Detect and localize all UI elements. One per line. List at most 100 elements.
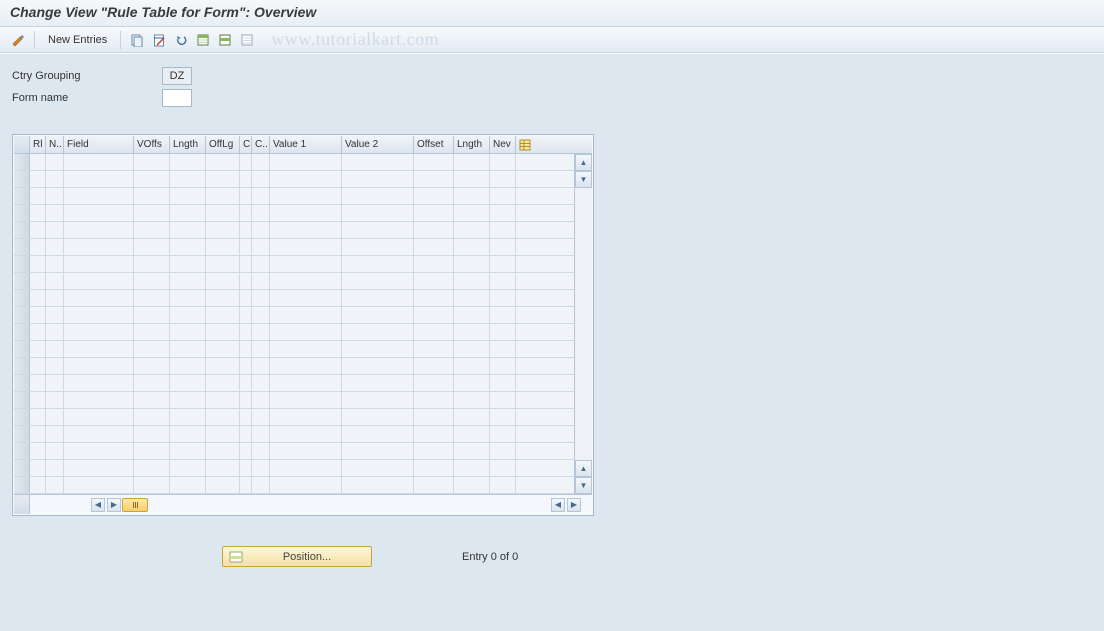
table-cell[interactable] xyxy=(240,188,252,204)
table-cell[interactable] xyxy=(490,205,516,221)
table-cell[interactable] xyxy=(64,460,134,476)
table-cell[interactable] xyxy=(134,426,170,442)
table-cell[interactable] xyxy=(414,171,454,187)
table-cell[interactable] xyxy=(240,341,252,357)
table-cell[interactable] xyxy=(342,273,414,289)
table-cell[interactable] xyxy=(206,239,240,255)
hscroll-track[interactable] xyxy=(152,499,546,511)
hscroll-thumb[interactable] xyxy=(122,498,148,512)
row-selector[interactable] xyxy=(14,358,30,374)
table-cell[interactable] xyxy=(170,307,206,323)
table-cell[interactable] xyxy=(30,290,46,306)
table-cell[interactable] xyxy=(134,239,170,255)
table-cell[interactable] xyxy=(270,358,342,374)
table-cell[interactable] xyxy=(252,205,270,221)
table-cell[interactable] xyxy=(342,307,414,323)
table-cell[interactable] xyxy=(454,290,490,306)
table-cell[interactable] xyxy=(134,205,170,221)
table-cell[interactable] xyxy=(252,171,270,187)
table-cell[interactable] xyxy=(490,154,516,170)
table-cell[interactable] xyxy=(46,426,64,442)
table-cell[interactable] xyxy=(414,154,454,170)
table-cell[interactable] xyxy=(414,256,454,272)
table-cell[interactable] xyxy=(46,256,64,272)
scroll-right-small-icon[interactable]: ▶ xyxy=(107,498,121,512)
table-cell[interactable] xyxy=(64,273,134,289)
table-configure-button[interactable] xyxy=(516,136,534,153)
table-cell[interactable] xyxy=(252,290,270,306)
toggle-display-change-icon[interactable] xyxy=(8,30,28,50)
table-cell[interactable] xyxy=(134,477,170,493)
table-cell[interactable] xyxy=(46,222,64,238)
table-cell[interactable] xyxy=(134,154,170,170)
table-cell[interactable] xyxy=(270,154,342,170)
table-cell[interactable] xyxy=(30,188,46,204)
table-cell[interactable] xyxy=(46,409,64,425)
col-nev[interactable]: Nev xyxy=(490,136,516,153)
undo-change-icon[interactable] xyxy=(171,30,191,50)
table-cell[interactable] xyxy=(46,171,64,187)
table-cell[interactable] xyxy=(490,341,516,357)
table-cell[interactable] xyxy=(270,392,342,408)
table-cell[interactable] xyxy=(30,171,46,187)
table-cell[interactable] xyxy=(270,188,342,204)
table-cell[interactable] xyxy=(270,290,342,306)
table-cell[interactable] xyxy=(170,324,206,340)
table-cell[interactable] xyxy=(170,392,206,408)
table-cell[interactable] xyxy=(252,392,270,408)
table-cell[interactable] xyxy=(270,409,342,425)
table-cell[interactable] xyxy=(342,341,414,357)
scroll-down-small-icon[interactable]: ▼ xyxy=(575,171,592,188)
table-cell[interactable] xyxy=(270,171,342,187)
table-cell[interactable] xyxy=(206,154,240,170)
table-cell[interactable] xyxy=(270,375,342,391)
table-cell[interactable] xyxy=(240,273,252,289)
table-cell[interactable] xyxy=(64,154,134,170)
table-cell[interactable] xyxy=(342,256,414,272)
table-cell[interactable] xyxy=(454,341,490,357)
table-cell[interactable] xyxy=(170,409,206,425)
table-cell[interactable] xyxy=(342,324,414,340)
table-cell[interactable] xyxy=(240,290,252,306)
table-cell[interactable] xyxy=(206,307,240,323)
col-value1[interactable]: Value 1 xyxy=(270,136,342,153)
table-cell[interactable] xyxy=(46,392,64,408)
table-cell[interactable] xyxy=(342,239,414,255)
table-cell[interactable] xyxy=(134,290,170,306)
table-cell[interactable] xyxy=(64,409,134,425)
table-cell[interactable] xyxy=(30,409,46,425)
table-cell[interactable] xyxy=(342,154,414,170)
table-cell[interactable] xyxy=(30,460,46,476)
table-cell[interactable] xyxy=(134,171,170,187)
row-selector[interactable] xyxy=(14,154,30,170)
table-cell[interactable] xyxy=(170,426,206,442)
table-cell[interactable] xyxy=(252,188,270,204)
table-cell[interactable] xyxy=(46,358,64,374)
table-cell[interactable] xyxy=(64,188,134,204)
row-selector[interactable] xyxy=(14,222,30,238)
table-cell[interactable] xyxy=(206,358,240,374)
table-cell[interactable] xyxy=(414,222,454,238)
table-cell[interactable] xyxy=(240,375,252,391)
table-cell[interactable] xyxy=(240,222,252,238)
table-cell[interactable] xyxy=(46,273,64,289)
table-cell[interactable] xyxy=(270,477,342,493)
row-selector[interactable] xyxy=(14,273,30,289)
table-cell[interactable] xyxy=(46,375,64,391)
table-cell[interactable] xyxy=(30,443,46,459)
table-cell[interactable] xyxy=(64,443,134,459)
table-cell[interactable] xyxy=(170,460,206,476)
table-cell[interactable] xyxy=(414,324,454,340)
table-cell[interactable] xyxy=(490,460,516,476)
table-cell[interactable] xyxy=(490,188,516,204)
table-cell[interactable] xyxy=(64,222,134,238)
table-cell[interactable] xyxy=(64,392,134,408)
table-cell[interactable] xyxy=(252,239,270,255)
table-cell[interactable] xyxy=(454,171,490,187)
table-cell[interactable] xyxy=(414,290,454,306)
table-cell[interactable] xyxy=(454,188,490,204)
table-cell[interactable] xyxy=(206,443,240,459)
copy-as-icon[interactable] xyxy=(127,30,147,50)
col-n[interactable]: N.. xyxy=(46,136,64,153)
row-selector[interactable] xyxy=(14,341,30,357)
